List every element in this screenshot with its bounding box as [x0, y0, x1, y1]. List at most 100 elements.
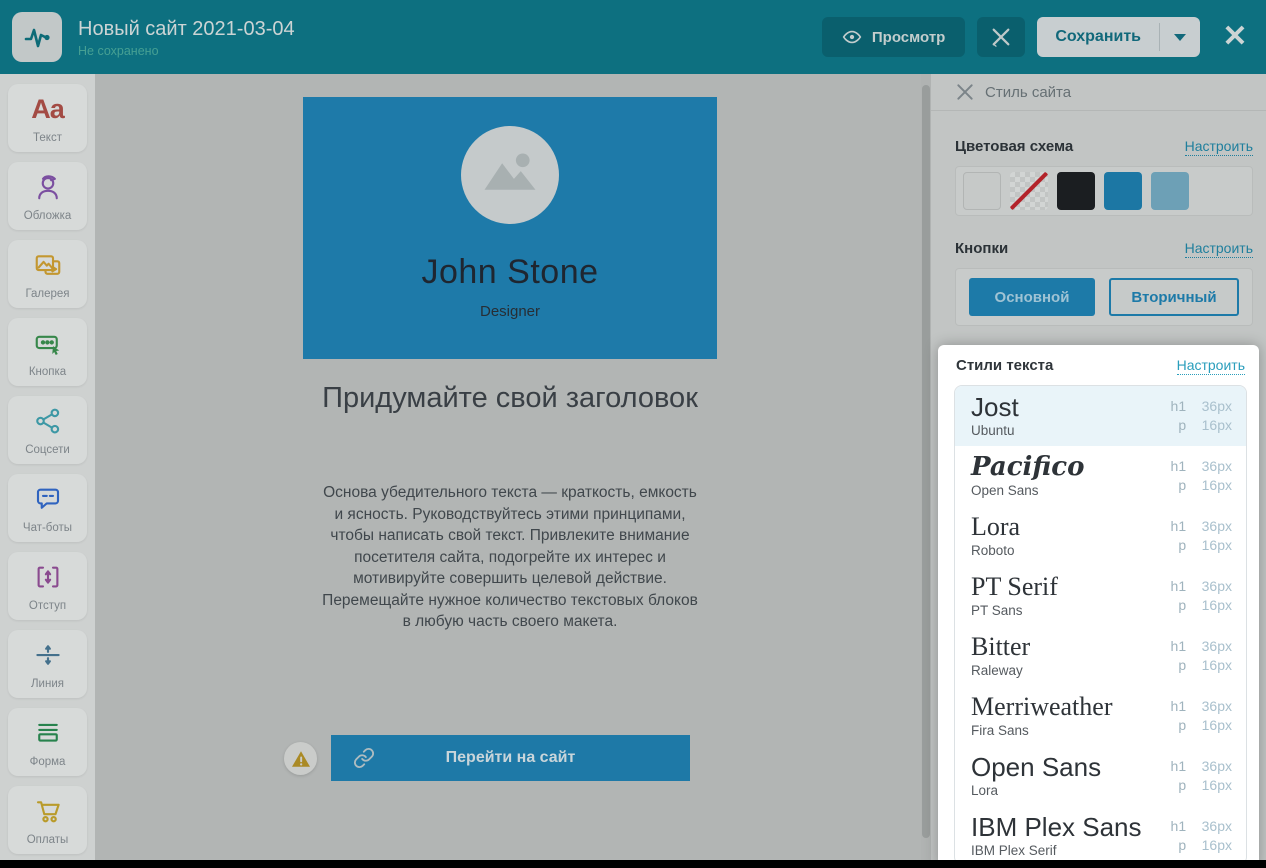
font-pair-names: Lora Roboto	[971, 514, 1020, 559]
p-size-label: 16px	[1201, 777, 1232, 793]
profile-name: John Stone	[421, 253, 599, 291]
sidebar-item-form[interactable]: Форма	[8, 708, 87, 776]
sidebar-item-chatbot[interactable]: Чат-боты	[8, 474, 87, 542]
h1-tag-label: h1	[1170, 578, 1187, 594]
font-pair-merriweather[interactable]: Merriweather Fira Sans h1 36px p 16px	[955, 686, 1246, 746]
h1-size-label: 36px	[1201, 818, 1232, 834]
block-palette-sidebar: Aa Текст Обложка Галерея Кнопка Соцсети Чат-бо…	[0, 74, 95, 860]
sidebar-item-label: Оплаты	[26, 833, 69, 846]
font-size-labels: h1 36px p 16px	[1168, 397, 1232, 435]
app-logo[interactable]	[12, 12, 62, 62]
preview-button[interactable]: Просмотр	[821, 17, 966, 57]
body-font-name: Raleway	[971, 663, 1023, 678]
p-size-label: 16px	[1201, 537, 1232, 553]
share-icon	[8, 404, 87, 438]
h1-size-label: 36px	[1201, 698, 1232, 714]
p-size-label: 16px	[1201, 837, 1232, 853]
h1-size-label: 36px	[1201, 458, 1232, 474]
swatch-light-blue[interactable]	[1151, 172, 1189, 210]
font-pair-pt-serif[interactable]: PT Serif PT Sans h1 36px p 16px	[955, 566, 1246, 626]
heading-font-name: PT Serif	[971, 572, 1058, 601]
site-title: Новый сайт 2021-03-04	[78, 17, 295, 40]
body-font-name: IBM Plex Serif	[971, 843, 1057, 858]
text-block[interactable]: Основа убедительного текста — краткость,…	[320, 482, 700, 633]
vertical-scrollbar	[921, 74, 931, 860]
p-tag-label: p	[1178, 537, 1187, 553]
font-pair-names: PT Serif PT Sans	[971, 572, 1058, 619]
sidebar-item-gallery[interactable]: Галерея	[8, 240, 87, 308]
font-pair-names: Pacifico Open Sans	[971, 454, 1084, 498]
buttons-configure-link[interactable]: Настроить	[1184, 240, 1253, 258]
pulse-icon	[21, 21, 53, 53]
close-button[interactable]: ✕	[1218, 20, 1252, 54]
color-scheme-title: Цветовая схема	[955, 138, 1074, 155]
font-pair-open-sans[interactable]: Open Sans Lora h1 36px p 16px	[955, 746, 1246, 806]
h1-size-label: 36px	[1201, 518, 1232, 534]
image-placeholder-icon	[461, 126, 559, 224]
body-font-name: Fira Sans	[971, 723, 1029, 738]
font-pair-pacifico[interactable]: Pacifico Open Sans h1 36px p 16px	[955, 446, 1246, 506]
secondary-button-style[interactable]: Вторичный	[1109, 278, 1239, 316]
sidebar-item-cart[interactable]: Оплаты	[8, 786, 87, 854]
spacing-icon	[8, 560, 87, 594]
sidebar-item-label: Линия	[31, 677, 64, 690]
sidebar-item-cover[interactable]: Обложка	[8, 162, 87, 230]
swatch-black[interactable]	[1057, 172, 1095, 210]
chevron-down-icon	[1174, 33, 1186, 41]
font-pair-ibm-plex-sans[interactable]: IBM Plex Sans IBM Plex Serif h1 36px p 16px	[955, 806, 1246, 864]
editor-canvas: John Stone Designer Придумайте свой заго…	[95, 74, 921, 860]
sidebar-item-spacing[interactable]: Отступ	[8, 552, 87, 620]
sidebar-item-text[interactable]: Aa Текст	[8, 84, 87, 152]
cart-icon	[8, 794, 87, 828]
button-icon	[8, 326, 87, 360]
swatch-blue[interactable]	[1104, 172, 1142, 210]
font-size-labels: h1 36px p 16px	[1168, 817, 1232, 855]
line-icon	[8, 638, 87, 672]
heading-block[interactable]: Придумайте свой заголовок	[303, 379, 717, 417]
sidebar-item-label: Чат-боты	[22, 521, 73, 534]
top-header: Новый сайт 2021-03-04 Не сохранено Просм…	[0, 0, 1266, 74]
p-tag-label: p	[1178, 837, 1187, 853]
sidebar-item-label: Текст	[33, 131, 62, 144]
h1-tag-label: h1	[1170, 398, 1187, 414]
color-scheme-configure-link[interactable]: Настроить	[1184, 138, 1253, 156]
p-size-label: 16px	[1201, 477, 1232, 493]
body-font-name: Roboto	[971, 543, 1015, 558]
go-to-site-button[interactable]: Перейти на сайт	[331, 735, 690, 781]
font-pair-jost[interactable]: Jost Ubuntu h1 36px p 16px	[955, 386, 1246, 446]
h1-tag-label: h1	[1170, 458, 1187, 474]
text-styles-card: Стили текста Настроить Jost Ubuntu h1 36px…	[938, 345, 1259, 868]
eye-icon	[842, 27, 862, 47]
body-font-name: Lora	[971, 783, 999, 798]
heading-font-name: IBM Plex Sans	[971, 812, 1142, 842]
panel-title: Стиль сайта	[985, 83, 1072, 101]
font-pair-names: Bitter Raleway	[971, 634, 1030, 679]
save-dropdown-button[interactable]	[1160, 17, 1200, 57]
swatch-transparent-none[interactable]	[1010, 172, 1048, 210]
text-styles-configure-link[interactable]: Настроить	[1176, 357, 1245, 375]
sidebar-item-line[interactable]: Линия	[8, 630, 87, 698]
cover-block[interactable]: John Stone Designer	[303, 97, 717, 359]
sidebar-item-label: Соцсети	[25, 443, 70, 456]
font-pair-bitter[interactable]: Bitter Raleway h1 36px p 16px	[955, 626, 1246, 686]
sidebar-item-label: Отступ	[28, 599, 67, 612]
sidebar-item-share[interactable]: Соцсети	[8, 396, 87, 464]
save-button[interactable]: Сохранить	[1037, 17, 1159, 57]
sidebar-item-label: Кнопка	[28, 365, 67, 378]
profile-role: Designer	[479, 303, 541, 320]
crossed-tools-icon	[990, 26, 1012, 48]
warning-badge[interactable]	[284, 742, 317, 775]
site-style-button[interactable]	[977, 17, 1026, 57]
sidebar-item-label: Обложка	[23, 209, 72, 222]
sidebar-item-button[interactable]: Кнопка	[8, 318, 87, 386]
swatch-light-gray[interactable]	[963, 172, 1001, 210]
primary-button-style[interactable]: Основной	[969, 278, 1095, 316]
body-font-name: PT Sans	[971, 603, 1023, 618]
font-size-labels: h1 36px p 16px	[1168, 457, 1232, 495]
save-label: Сохранить	[1055, 28, 1141, 45]
scrollbar-thumb[interactable]	[922, 85, 930, 838]
font-pair-lora[interactable]: Lora Roboto h1 36px p 16px	[955, 506, 1246, 566]
text-styles-title: Стили текста	[956, 357, 1054, 374]
font-size-labels: h1 36px p 16px	[1168, 637, 1232, 675]
p-tag-label: p	[1178, 777, 1187, 793]
